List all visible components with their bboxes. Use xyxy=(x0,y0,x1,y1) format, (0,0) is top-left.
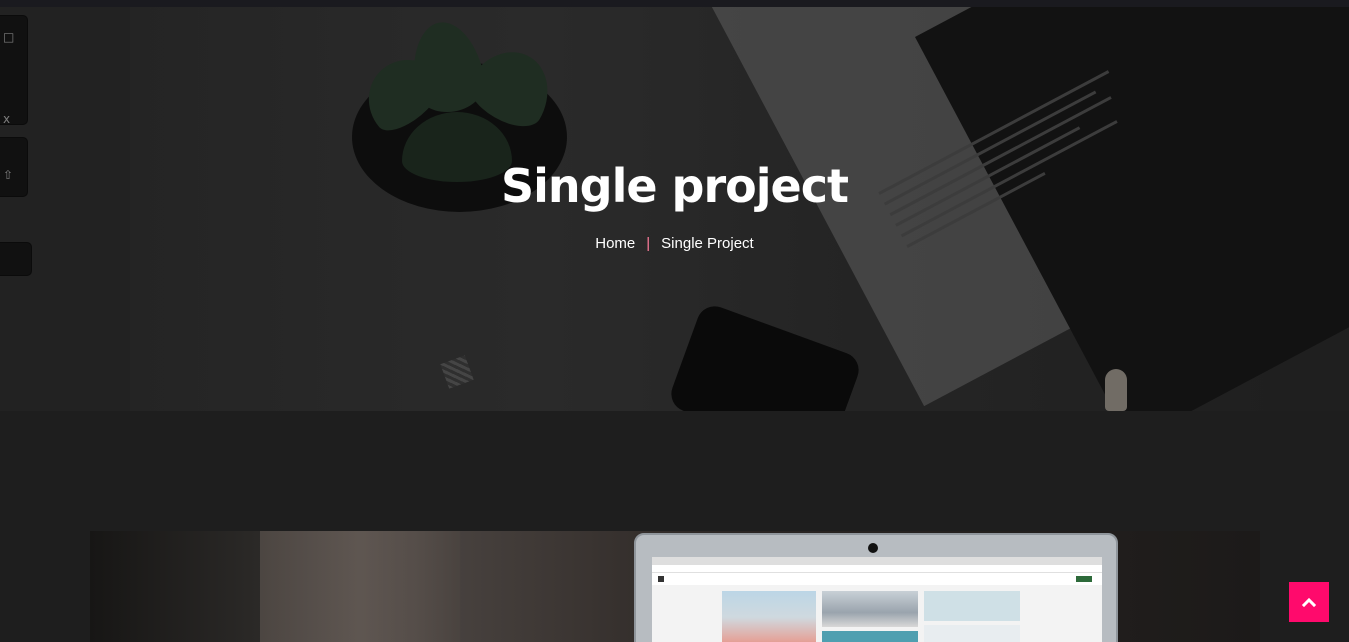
project-image-laptop xyxy=(634,533,1118,642)
top-strip xyxy=(0,0,1349,7)
chevron-up-icon xyxy=(1302,597,1316,607)
back-to-top-button[interactable] xyxy=(1289,582,1329,622)
project-image xyxy=(90,531,1260,642)
breadcrumb: Home | Single Project xyxy=(0,235,1349,252)
laptop-camera xyxy=(868,543,878,553)
laptop-screen xyxy=(652,557,1102,642)
breadcrumb-separator: | xyxy=(646,235,651,252)
project-image-door xyxy=(260,531,460,642)
breadcrumb-current: Single Project xyxy=(661,235,754,252)
breadcrumb-home-link[interactable]: Home xyxy=(595,235,635,252)
page-title: Single project xyxy=(501,159,849,213)
page-hero: □ x ⇧ Single project Home | Single Project xyxy=(0,7,1349,411)
